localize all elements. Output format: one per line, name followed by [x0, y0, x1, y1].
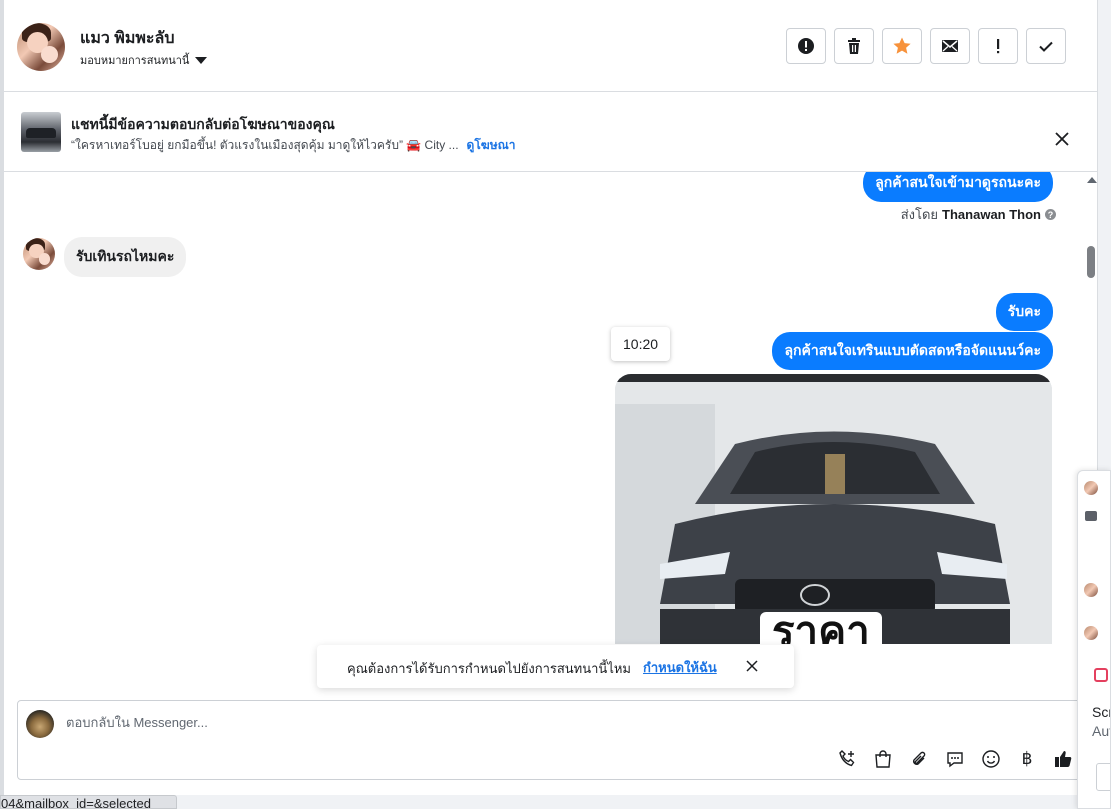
page: แมว พิมพะลับ มอบหมายการสนทนานี้ แชทนี้มี… — [0, 0, 1111, 809]
car-photo — [615, 374, 1052, 644]
header-actions — [786, 28, 1066, 64]
popup-text-line2: Aut — [1092, 723, 1111, 739]
trash-icon — [848, 38, 860, 54]
message-image-car[interactable]: ราคา — [615, 374, 1052, 644]
page-avatar — [26, 710, 54, 738]
contact-avatar[interactable] — [17, 23, 65, 71]
caret-down-icon — [195, 56, 208, 64]
baht-icon[interactable]: ฿ — [1016, 748, 1038, 770]
ad-reply-banner: แชทนี้มีข้อความตอบกลับต่อโฆษณาของคุณ “ใค… — [4, 92, 1098, 172]
sent-by-label: ส่งโดย Thanawan Thon ? — [901, 204, 1056, 225]
message-outgoing[interactable]: ลูกค้าสนใจเข้ามาดูรถนะคะ — [863, 172, 1053, 202]
call-add-icon[interactable] — [836, 748, 858, 770]
composer-toolbar: ฿ — [836, 748, 1074, 770]
ad-thumbnail[interactable] — [21, 112, 61, 152]
follow-up-button[interactable] — [978, 28, 1018, 64]
message-outgoing[interactable]: ลุกค้าสนใจเทรินแบบตัดสดหรือจัดแนนว์คะ — [772, 332, 1053, 370]
contact-name[interactable]: แมว พิมพะลับ — [80, 26, 174, 51]
emoji-icon[interactable] — [980, 748, 1002, 770]
spam-button[interactable] — [786, 28, 826, 64]
paperclip-icon[interactable] — [908, 748, 930, 770]
delete-button[interactable] — [834, 28, 874, 64]
ad-text: “ใครหาเทอร์โบอยู่ ยกมือขึ้น! ตัวแรงในเมื… — [71, 138, 459, 152]
popup-avatar — [1084, 481, 1098, 495]
scroll-up-arrow-icon[interactable] — [1087, 177, 1097, 183]
contact-avatar-small[interactable] — [23, 238, 55, 270]
conversation-header: แมว พิมพะลับ มอบหมายการสนทนานี้ — [4, 0, 1098, 92]
thumbs-up-icon[interactable] — [1052, 748, 1074, 770]
timestamp-tooltip: 10:20 — [611, 327, 671, 361]
message-incoming[interactable]: รับเทินรถไหมคะ — [64, 237, 187, 277]
envelope-icon — [942, 40, 958, 52]
message-thread: ลูกค้าสนใจเข้ามาดูรถนะคะ ส่งโดย Thanawan… — [4, 172, 1098, 700]
close-icon[interactable] — [1052, 129, 1072, 149]
close-icon[interactable] — [745, 659, 759, 673]
conversation-panel: แมว พิมพะลับ มอบหมายการสนทนานี้ แชทนี้มี… — [4, 0, 1098, 795]
toast-text: คุณต้องการได้รับการกำหนดไปยังการสนทนานี้… — [347, 661, 631, 676]
side-popup[interactable]: Scr Aut — [1077, 470, 1111, 809]
info-icon[interactable]: ? — [1045, 209, 1056, 220]
app-logo-icon — [1094, 668, 1108, 682]
view-ad-link[interactable]: ดูโฆษณา — [467, 136, 516, 155]
ad-banner-title: แชทนี้มีข้อความตอบกลับต่อโฆษณาของคุณ — [71, 116, 335, 132]
reply-composer: ฿ — [17, 700, 1087, 780]
scrollbar-thumb[interactable] — [1087, 246, 1095, 278]
saved-reply-icon[interactable] — [944, 748, 966, 770]
popup-button[interactable] — [1096, 763, 1110, 791]
status-url-bar: 04&mailbox_id=&selected — [0, 795, 177, 809]
shopping-bag-icon[interactable] — [872, 748, 894, 770]
mark-unread-button[interactable] — [930, 28, 970, 64]
check-icon — [1039, 41, 1053, 52]
popup-text-line1: Scr — [1092, 704, 1111, 720]
ad-banner-subtitle: “ใครหาเทอร์โบอยู่ ยกมือขึ้น! ตัวแรงในเมื… — [71, 136, 515, 155]
popup-thumbnail — [1085, 511, 1097, 521]
sent-by-name: Thanawan Thon — [942, 207, 1041, 222]
reply-input[interactable] — [66, 715, 966, 730]
exclamation-icon — [997, 39, 1000, 54]
assign-label: มอบหมายการสนทนานี้ — [80, 55, 190, 67]
image-overlay-text: ราคา — [760, 611, 882, 644]
message-outgoing[interactable]: รับคะ — [995, 293, 1053, 331]
alert-circle-icon — [798, 38, 814, 54]
assign-prompt-toast: คุณต้องการได้รับการกำหนดไปยังการสนทนานี้… — [317, 645, 794, 688]
star-button[interactable] — [882, 28, 922, 64]
star-icon — [893, 37, 911, 54]
sent-by-prefix: ส่งโดย — [900, 207, 939, 222]
popup-avatar — [1084, 626, 1098, 640]
mark-done-button[interactable] — [1026, 28, 1066, 64]
popup-avatar — [1084, 583, 1098, 597]
assign-to-me-link[interactable]: กำหนดให้ฉัน — [643, 657, 717, 678]
assign-conversation-dropdown[interactable]: มอบหมายการสนทนานี้ — [80, 51, 208, 69]
